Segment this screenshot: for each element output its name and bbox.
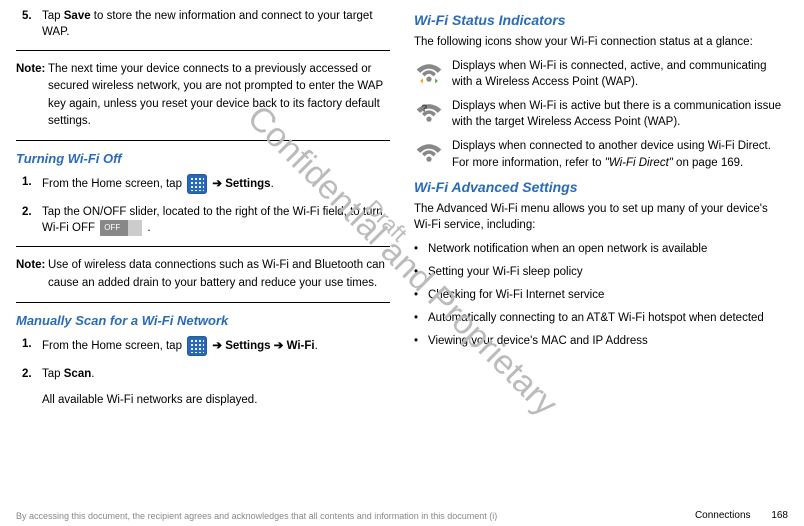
- wifi-direct-icon: [414, 138, 444, 168]
- wifi-connected-icon: [414, 58, 444, 88]
- bullet-item: • Automatically connecting to an AT&T Wi…: [414, 310, 788, 326]
- text: Tap: [42, 10, 64, 22]
- wifi-issue-icon: ?: [414, 98, 444, 128]
- bullet-text: Network notification when an open networ…: [428, 241, 707, 257]
- bullet-text: Automatically connecting to an AT&T Wi-F…: [428, 310, 764, 326]
- bullet-item: • Viewing your device's MAC and IP Addre…: [414, 333, 788, 349]
- wifi-direct-row: Displays when connected to another devic…: [414, 138, 788, 170]
- bullet-icon: •: [414, 241, 428, 257]
- footer-right: Connections 168: [695, 510, 788, 522]
- text: .: [271, 178, 274, 190]
- note-2: Note: Use of wireless data connections s…: [16, 257, 390, 292]
- bullet-text: Viewing your device's MAC and IP Address: [428, 333, 648, 349]
- text: .: [315, 340, 318, 352]
- divider: [16, 50, 390, 51]
- off-slider-icon: OFF: [100, 220, 142, 236]
- manually-scan-heading: Manually Scan for a Wi-Fi Network: [16, 313, 390, 328]
- text: on page 169.: [673, 157, 743, 169]
- wifi-issue-desc: Displays when Wi-Fi is active but there …: [452, 98, 788, 130]
- right-column: Wi-Fi Status Indicators The following ic…: [414, 8, 788, 478]
- wifi-direct-ref: "Wi-Fi Direct": [605, 157, 673, 169]
- text: Tap the ON/OFF slider, located to the ri…: [42, 206, 383, 234]
- step-body: Tap Scan.: [42, 366, 390, 382]
- page-footer: By accessing this document, the recipien…: [16, 511, 788, 522]
- note-body: Use of wireless data connections such as…: [48, 257, 390, 292]
- scan-result-text: All available Wi-Fi networks are display…: [42, 392, 390, 408]
- svg-text:?: ?: [421, 103, 427, 115]
- left-column: 5. Tap Save to store the new information…: [16, 8, 390, 478]
- scan-step-2: 2. Tap Scan.: [16, 366, 390, 382]
- arrow-icon: ➔: [271, 340, 287, 352]
- note-1: Note: The next time your device connects…: [16, 61, 390, 130]
- divider: [16, 246, 390, 247]
- divider: [16, 302, 390, 303]
- turn-off-step-1: 1. From the Home screen, tap ➔ Settings.: [16, 174, 390, 194]
- advanced-intro: The Advanced Wi-Fi menu allows you to se…: [414, 201, 788, 233]
- arrow-icon: ➔: [209, 340, 225, 352]
- settings-label: Settings: [225, 178, 270, 190]
- text: From the Home screen, tap: [42, 340, 185, 352]
- scan-step-1: 1. From the Home screen, tap ➔ Settings …: [16, 336, 390, 356]
- step-number: 2.: [16, 366, 42, 382]
- step-number: 2.: [16, 204, 42, 236]
- status-indicators-heading: Wi-Fi Status Indicators: [414, 12, 788, 28]
- note-label: Note:: [16, 61, 48, 130]
- text: From the Home screen, tap: [42, 178, 185, 190]
- bullet-text: Checking for Wi-Fi Internet service: [428, 287, 604, 303]
- step-number: 5.: [16, 8, 42, 40]
- bullet-icon: •: [414, 264, 428, 280]
- note-label: Note:: [16, 257, 48, 292]
- bullet-item: • Setting your Wi-Fi sleep policy: [414, 264, 788, 280]
- wifi-label: Wi-Fi: [287, 340, 315, 352]
- arrow-icon: ➔: [209, 178, 225, 190]
- status-intro: The following icons show your Wi-Fi conn…: [414, 34, 788, 50]
- bullet-item: • Checking for Wi-Fi Internet service: [414, 287, 788, 303]
- divider: [16, 140, 390, 141]
- step-number: 1.: [16, 174, 42, 194]
- step-number: 1.: [16, 336, 42, 356]
- wifi-connected-desc: Displays when Wi-Fi is connected, active…: [452, 58, 788, 90]
- page-number: 168: [771, 510, 788, 521]
- save-label: Save: [64, 10, 91, 22]
- step-5: 5. Tap Save to store the new information…: [16, 8, 390, 40]
- text: to store the new information and connect…: [42, 10, 373, 38]
- page-content: 5. Tap Save to store the new information…: [16, 8, 788, 478]
- bullet-item: • Network notification when an open netw…: [414, 241, 788, 257]
- disclaimer-text: By accessing this document, the recipien…: [16, 511, 497, 521]
- wifi-connected-row: Displays when Wi-Fi is connected, active…: [414, 58, 788, 90]
- text: .: [91, 368, 94, 380]
- step-body: Tap Save to store the new information an…: [42, 8, 390, 40]
- turn-off-step-2: 2. Tap the ON/OFF slider, located to the…: [16, 204, 390, 236]
- text: .: [144, 222, 150, 234]
- turning-wifi-off-heading: Turning Wi-Fi Off: [16, 151, 390, 166]
- text: Tap: [42, 368, 64, 380]
- settings-label: Settings: [225, 340, 270, 352]
- bullet-text: Setting your Wi-Fi sleep policy: [428, 264, 583, 280]
- wifi-direct-desc: Displays when connected to another devic…: [452, 138, 788, 170]
- bullet-icon: •: [414, 310, 428, 326]
- apps-grid-icon: [187, 174, 207, 194]
- advanced-settings-heading: Wi-Fi Advanced Settings: [414, 179, 788, 195]
- bullet-icon: •: [414, 333, 428, 349]
- step-body: Tap the ON/OFF slider, located to the ri…: [42, 204, 390, 236]
- bullet-icon: •: [414, 287, 428, 303]
- note-body: The next time your device connects to a …: [48, 61, 390, 130]
- scan-label: Scan: [64, 368, 92, 380]
- apps-grid-icon: [187, 336, 207, 356]
- section-name: Connections: [695, 510, 751, 521]
- step-body: From the Home screen, tap ➔ Settings.: [42, 174, 390, 194]
- wifi-issue-row: ? Displays when Wi-Fi is active but ther…: [414, 98, 788, 130]
- step-body: From the Home screen, tap ➔ Settings ➔ W…: [42, 336, 390, 356]
